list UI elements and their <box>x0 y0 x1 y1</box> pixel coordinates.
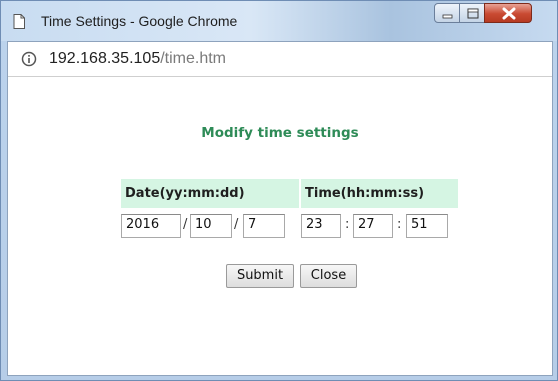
close-icon <box>502 7 516 20</box>
maximize-button[interactable] <box>459 3 485 23</box>
hour-input[interactable]: 23 <box>301 214 341 238</box>
date-header: Date(yy:mm:dd) <box>121 179 299 208</box>
page-content: Modify time settings Date(yy:mm:dd) Time… <box>8 77 552 375</box>
address-bar[interactable]: 192.168.35.105/time.htm <box>8 42 552 77</box>
title-bar[interactable]: Time Settings - Google Chrome <box>1 1 557 41</box>
url-text[interactable]: 192.168.35.105/time.htm <box>49 50 226 68</box>
second-input[interactable]: 51 <box>406 214 448 238</box>
minimize-button[interactable] <box>434 3 460 23</box>
browser-window: Time Settings - Google Chrome 192.168.35… <box>0 0 558 381</box>
url-host: 192.168.35.105 <box>49 50 161 67</box>
date-separator: / <box>234 217 239 232</box>
page-heading: Modify time settings <box>201 125 359 141</box>
month-input[interactable]: 10 <box>190 214 232 238</box>
close-button[interactable]: Close <box>300 264 357 288</box>
minute-input[interactable]: 27 <box>353 214 393 238</box>
close-window-button[interactable] <box>484 3 532 23</box>
time-header: Time(hh:mm:ss) <box>301 179 458 208</box>
time-separator: : <box>397 217 402 232</box>
url-path: /time.htm <box>160 50 227 67</box>
day-input[interactable]: 7 <box>243 214 285 238</box>
time-separator: : <box>345 217 350 232</box>
date-separator: / <box>183 217 188 232</box>
year-input[interactable]: 2016 <box>121 214 181 238</box>
browser-content: 192.168.35.105/time.htm Modify time sett… <box>7 41 553 376</box>
page-icon <box>13 14 25 29</box>
window-title: Time Settings - Google Chrome <box>41 13 238 29</box>
maximize-icon <box>467 8 479 19</box>
info-icon[interactable] <box>21 51 37 67</box>
submit-button[interactable]: Submit <box>226 264 294 288</box>
minimize-icon <box>442 14 453 19</box>
